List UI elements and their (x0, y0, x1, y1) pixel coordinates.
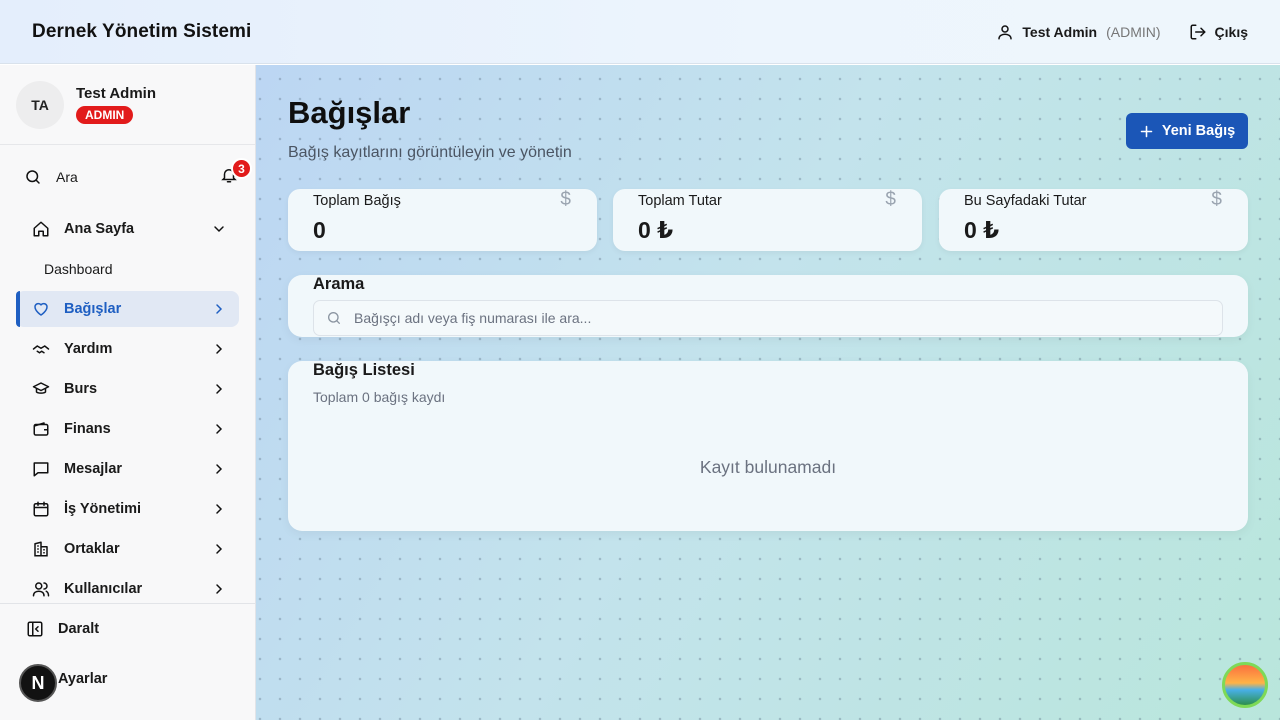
top-header: Dernek Yönetim Sistemi Test Admin (ADMIN… (0, 0, 1280, 64)
sidebar-nav: Ana Sayfa Dashboard Bağışlar Yardım Burs… (16, 211, 239, 611)
dollar-icon: $ (885, 189, 896, 210)
wallet-icon (32, 420, 50, 438)
sidebar: TA Test Admin ADMIN Ara 3 Ana Sayfa Dash… (0, 65, 256, 720)
users-icon (32, 580, 50, 598)
stat-value: 0 (313, 217, 326, 243)
search-panel-title: Arama (313, 275, 365, 293)
empty-state-text: Kayıt bulunamadı (699, 457, 837, 477)
sidebar-item-finans[interactable]: Finans (16, 411, 239, 447)
role-badge: ADMIN (76, 106, 134, 124)
list-panel-subtitle: Toplam 0 bağış kaydı (313, 389, 446, 405)
stat-card-page-amount: Bu Sayfadaki Tutar 0 ₺ $ (939, 189, 1248, 251)
sidebar-item-ana-sayfa[interactable]: Ana Sayfa (16, 211, 239, 247)
user-icon (996, 23, 1014, 41)
collapse-sidebar-button[interactable]: Daralt (0, 604, 256, 654)
header-user-name: Test Admin (1022, 23, 1098, 40)
building-icon (32, 540, 50, 558)
search-icon (326, 310, 342, 326)
message-icon (32, 460, 50, 478)
corner-avatar-widget[interactable] (1222, 662, 1268, 708)
search-label: Ara (56, 169, 78, 185)
sidebar-item-mesajlar[interactable]: Mesajlar (16, 451, 239, 487)
sidebar-item-label: Ana Sayfa (64, 221, 135, 237)
settings-label: Ayarlar (58, 671, 108, 687)
new-donation-label: Yeni Bağış (1161, 123, 1236, 139)
home-icon (32, 220, 50, 238)
chevron-right-icon (211, 421, 227, 437)
profile-name: Test Admin (76, 85, 157, 102)
sidebar-item-label: İş Yönetimi (64, 501, 142, 517)
avatar: TA (16, 80, 64, 129)
sidebar-item-label: Finans (64, 421, 111, 437)
stat-label: Toplam Tutar (638, 193, 722, 209)
page-title: Bağışlar (288, 95, 411, 130)
sidebar-subitem-dashboard[interactable]: Dashboard (16, 251, 239, 287)
sidebar-item-bagislar[interactable]: Bağışlar (16, 291, 239, 327)
sidebar-item-ortaklar[interactable]: Ortaklar (16, 531, 239, 567)
stat-label: Toplam Bağış (313, 193, 401, 209)
app-title: Dernek Yönetim Sistemi (32, 20, 252, 42)
donation-search-input[interactable]: Bağışçı adı veya fiş numarası ile ara... (313, 300, 1223, 336)
stat-value: 0 ₺ (638, 217, 674, 243)
chevron-right-icon (211, 581, 227, 597)
header-actions: Test Admin (ADMIN) Çıkış (996, 23, 1248, 41)
sidebar-item-label: Ortaklar (64, 541, 120, 557)
page-subtitle: Bağış kayıtlarını görüntüleyin ve yöneti… (288, 144, 572, 161)
list-panel-title: Bağış Listesi (313, 361, 415, 379)
collapse-label: Daralt (58, 621, 100, 637)
notification-count-badge: 3 (231, 158, 252, 179)
donation-list-panel: Bağış Listesi Toplam 0 bağış kaydı Kayıt… (288, 361, 1248, 531)
stat-value: 0 ₺ (964, 217, 1000, 243)
sidebar-item-burs[interactable]: Burs (16, 371, 239, 407)
main-content: Bağışlar Bağış kayıtlarını görüntüleyin … (256, 65, 1280, 720)
sidebar-item-label: Kullanıcılar (64, 581, 143, 597)
dollar-icon: $ (560, 189, 571, 210)
logout-icon (1189, 23, 1207, 41)
sidebar-profile: TA Test Admin ADMIN (0, 65, 255, 145)
stat-card-total-amount: Toplam Tutar 0 ₺ $ (613, 189, 922, 251)
chevron-right-icon (211, 381, 227, 397)
calendar-icon (32, 500, 50, 518)
logout-label: Çıkış (1214, 23, 1248, 40)
stat-card-total-donations: Toplam Bağış 0 $ (288, 189, 597, 251)
graduation-cap-icon (32, 380, 50, 398)
new-donation-button[interactable]: Yeni Bağış (1126, 113, 1248, 149)
sidebar-search[interactable]: Ara 3 (24, 158, 252, 192)
sidebar-item-label: Mesajlar (64, 461, 123, 477)
handshake-icon (32, 340, 50, 358)
chevron-right-icon (211, 301, 227, 317)
sidebar-item-is-yonetimi[interactable]: İş Yönetimi (16, 491, 239, 527)
search-icon (24, 168, 42, 186)
dev-tools-badge[interactable]: N (19, 664, 57, 702)
search-panel: Arama Bağışçı adı veya fiş numarası ile … (288, 275, 1248, 337)
chevron-right-icon (211, 341, 227, 357)
search-placeholder: Bağışçı adı veya fiş numarası ile ara... (354, 310, 592, 326)
sidebar-item-kullanicilar[interactable]: Kullanıcılar (16, 571, 239, 607)
chevron-down-icon (211, 221, 227, 237)
chevron-right-icon (211, 461, 227, 477)
header-user[interactable]: Test Admin (ADMIN) (996, 23, 1161, 41)
sidebar-item-label: Yardım (64, 341, 113, 357)
sidebar-item-yardim[interactable]: Yardım (16, 331, 239, 367)
plus-icon (1139, 124, 1154, 139)
bell-icon[interactable]: 3 (220, 158, 252, 184)
sidebar-item-label: Burs (64, 381, 98, 397)
dollar-icon: $ (1211, 189, 1222, 210)
sidebar-collapse-icon (26, 620, 44, 638)
header-user-role: (ADMIN) (1106, 23, 1161, 40)
sidebar-item-label: Bağışlar (64, 301, 122, 317)
chevron-right-icon (211, 541, 227, 557)
logout-button[interactable]: Çıkış (1189, 23, 1248, 41)
stat-label: Bu Sayfadaki Tutar (964, 193, 1087, 209)
heart-icon (32, 300, 50, 318)
chevron-right-icon (211, 501, 227, 517)
sidebar-subitem-label: Dashboard (44, 261, 113, 277)
